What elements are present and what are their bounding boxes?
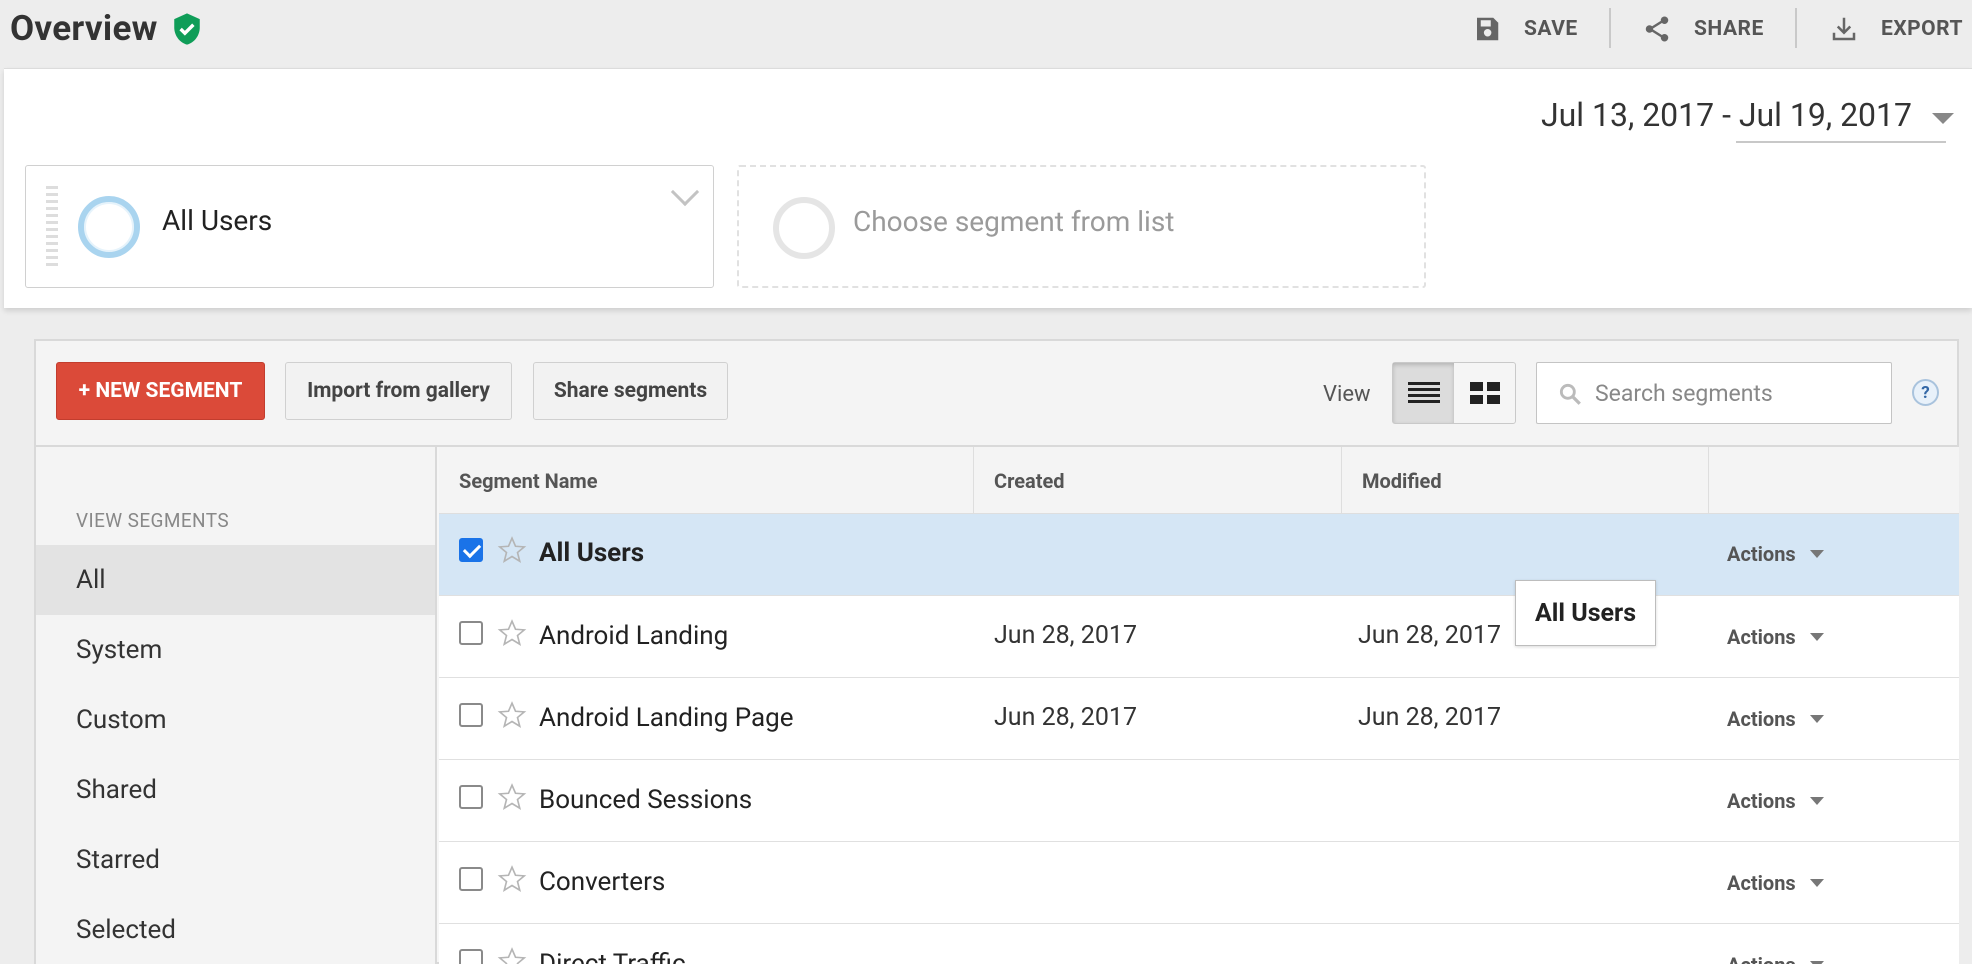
toolbar-divider bbox=[1795, 8, 1797, 48]
row-modified-date: Jun 28, 2017 bbox=[1358, 703, 1502, 732]
caret-down-icon bbox=[1809, 550, 1824, 558]
search-icon bbox=[1559, 383, 1581, 405]
verified-shield-icon bbox=[174, 13, 200, 45]
table-row[interactable]: Direct Traffic Actions bbox=[439, 924, 1959, 964]
segment-ring-icon bbox=[773, 197, 835, 259]
table-header: Segment Name Created Modified bbox=[439, 447, 1959, 514]
segment-name: All Users bbox=[162, 204, 273, 237]
row-actions-menu[interactable]: Actions bbox=[1727, 871, 1824, 895]
list-view-icon bbox=[1407, 382, 1440, 403]
page-title: Overview bbox=[10, 8, 158, 49]
actions-label: Actions bbox=[1727, 789, 1796, 813]
save-icon bbox=[1477, 17, 1499, 41]
export-label: EXPORT bbox=[1881, 17, 1964, 41]
sidebar-item-shared[interactable]: Shared bbox=[36, 755, 435, 825]
caret-down-icon bbox=[1809, 633, 1824, 641]
caret-down-icon bbox=[1809, 797, 1824, 805]
share-button[interactable]: SHARE bbox=[1642, 10, 1764, 48]
table-row[interactable]: Bounced Sessions Actions bbox=[439, 760, 1959, 842]
caret-down-icon bbox=[1809, 879, 1824, 887]
column-header-segment-name[interactable]: Segment Name bbox=[439, 447, 974, 514]
segment-toolbar: + NEW SEGMENT Import from gallery Share … bbox=[36, 341, 1957, 447]
sidebar-item-system[interactable]: System bbox=[36, 615, 435, 685]
grid-view-button[interactable] bbox=[1454, 363, 1515, 423]
row-actions-menu[interactable]: Actions bbox=[1727, 625, 1824, 649]
download-icon bbox=[1832, 17, 1856, 41]
sidebar-item-all[interactable]: All bbox=[36, 545, 435, 615]
row-checkbox[interactable] bbox=[459, 867, 483, 891]
search-segments-field[interactable] bbox=[1536, 362, 1892, 424]
row-checkbox[interactable] bbox=[459, 538, 483, 562]
date-range-label[interactable]: Jul 13, 2017 - Jul 19, 2017 bbox=[1541, 96, 1912, 134]
column-header-modified[interactable]: Modified bbox=[1342, 447, 1709, 514]
row-actions-menu[interactable]: Actions bbox=[1727, 707, 1824, 731]
row-segment-name[interactable]: Android Landing bbox=[539, 621, 728, 651]
star-icon[interactable] bbox=[497, 700, 527, 730]
segments-table: Segment Name Created Modified All Users … bbox=[439, 447, 1959, 964]
table-row[interactable]: All Users Actions bbox=[439, 514, 1959, 596]
chevron-down-icon[interactable] bbox=[670, 177, 700, 207]
segment-ring-icon bbox=[78, 196, 140, 258]
column-header-created[interactable]: Created bbox=[974, 447, 1342, 514]
row-actions-menu[interactable]: Actions bbox=[1727, 789, 1824, 813]
share-icon bbox=[1645, 16, 1669, 42]
help-icon[interactable]: ? bbox=[1912, 379, 1939, 406]
star-icon[interactable] bbox=[497, 535, 527, 565]
share-label: SHARE bbox=[1694, 17, 1764, 41]
segment-category-sidebar: VIEW SEGMENTS All System Custom Shared S… bbox=[36, 447, 437, 964]
row-created-date: Jun 28, 2017 bbox=[994, 621, 1138, 650]
sidebar-heading: VIEW SEGMENTS bbox=[76, 509, 229, 532]
row-segment-name[interactable]: Bounced Sessions bbox=[539, 785, 752, 815]
table-row[interactable]: Converters Actions bbox=[439, 842, 1959, 924]
grid-view-icon bbox=[1469, 382, 1500, 404]
row-checkbox[interactable] bbox=[459, 949, 483, 964]
search-input[interactable] bbox=[1595, 375, 1875, 411]
actions-label: Actions bbox=[1727, 707, 1796, 731]
segment-name-tooltip: All Users bbox=[1515, 580, 1656, 646]
segment-card-all-users[interactable]: All Users bbox=[25, 165, 714, 288]
segment-header: Jul 13, 2017 - Jul 19, 2017 All Users Ch… bbox=[4, 68, 1972, 308]
export-button[interactable]: EXPORT bbox=[1829, 10, 1963, 48]
segment-picker-panel: + NEW SEGMENT Import from gallery Share … bbox=[34, 339, 1959, 964]
row-actions-menu[interactable]: Actions bbox=[1727, 953, 1824, 964]
segment-placeholder-card[interactable]: Choose segment from list bbox=[737, 165, 1426, 288]
row-checkbox[interactable] bbox=[459, 785, 483, 809]
star-icon[interactable] bbox=[497, 782, 527, 812]
view-label: View bbox=[1323, 382, 1371, 407]
actions-label: Actions bbox=[1727, 625, 1796, 649]
list-view-button[interactable] bbox=[1393, 363, 1454, 423]
toolbar-divider bbox=[1609, 8, 1611, 48]
row-created-date: Jun 28, 2017 bbox=[994, 703, 1138, 732]
segment-placeholder-text: Choose segment from list bbox=[853, 205, 1175, 238]
view-toggle bbox=[1392, 362, 1516, 424]
table-row[interactable]: Android Landing Jun 28, 2017 Jun 28, 201… bbox=[439, 596, 1959, 678]
sidebar-item-starred[interactable]: Starred bbox=[36, 825, 435, 895]
star-icon[interactable] bbox=[497, 946, 527, 964]
save-label: SAVE bbox=[1524, 17, 1578, 41]
sidebar-item-selected[interactable]: Selected bbox=[36, 895, 435, 964]
table-row[interactable]: Android Landing Page Jun 28, 2017 Jun 28… bbox=[439, 678, 1959, 760]
row-segment-name[interactable]: All Users bbox=[539, 538, 644, 568]
row-segment-name[interactable]: Direct Traffic bbox=[539, 949, 686, 964]
row-actions-menu[interactable]: Actions bbox=[1727, 542, 1824, 566]
date-dropdown-icon[interactable] bbox=[1932, 113, 1954, 124]
top-bar: Overview SAVE SHARE EXPORT bbox=[0, 0, 1972, 68]
row-checkbox[interactable] bbox=[459, 703, 483, 727]
caret-down-icon bbox=[1809, 715, 1824, 723]
actions-label: Actions bbox=[1727, 953, 1796, 964]
star-icon[interactable] bbox=[497, 864, 527, 894]
import-from-gallery-button[interactable]: Import from gallery bbox=[285, 362, 512, 420]
share-segments-button[interactable]: Share segments bbox=[533, 362, 728, 420]
sidebar-item-custom[interactable]: Custom bbox=[36, 685, 435, 755]
star-icon[interactable] bbox=[497, 618, 527, 648]
actions-label: Actions bbox=[1727, 871, 1796, 895]
actions-label: Actions bbox=[1727, 542, 1796, 566]
drag-handle-icon[interactable] bbox=[46, 186, 58, 268]
row-modified-date: Jun 28, 2017 bbox=[1358, 621, 1502, 650]
row-segment-name[interactable]: Android Landing Page bbox=[539, 703, 794, 733]
row-segment-name[interactable]: Converters bbox=[539, 867, 665, 897]
new-segment-button[interactable]: + NEW SEGMENT bbox=[56, 362, 265, 420]
save-button[interactable]: SAVE bbox=[1472, 10, 1578, 48]
row-checkbox[interactable] bbox=[459, 621, 483, 645]
